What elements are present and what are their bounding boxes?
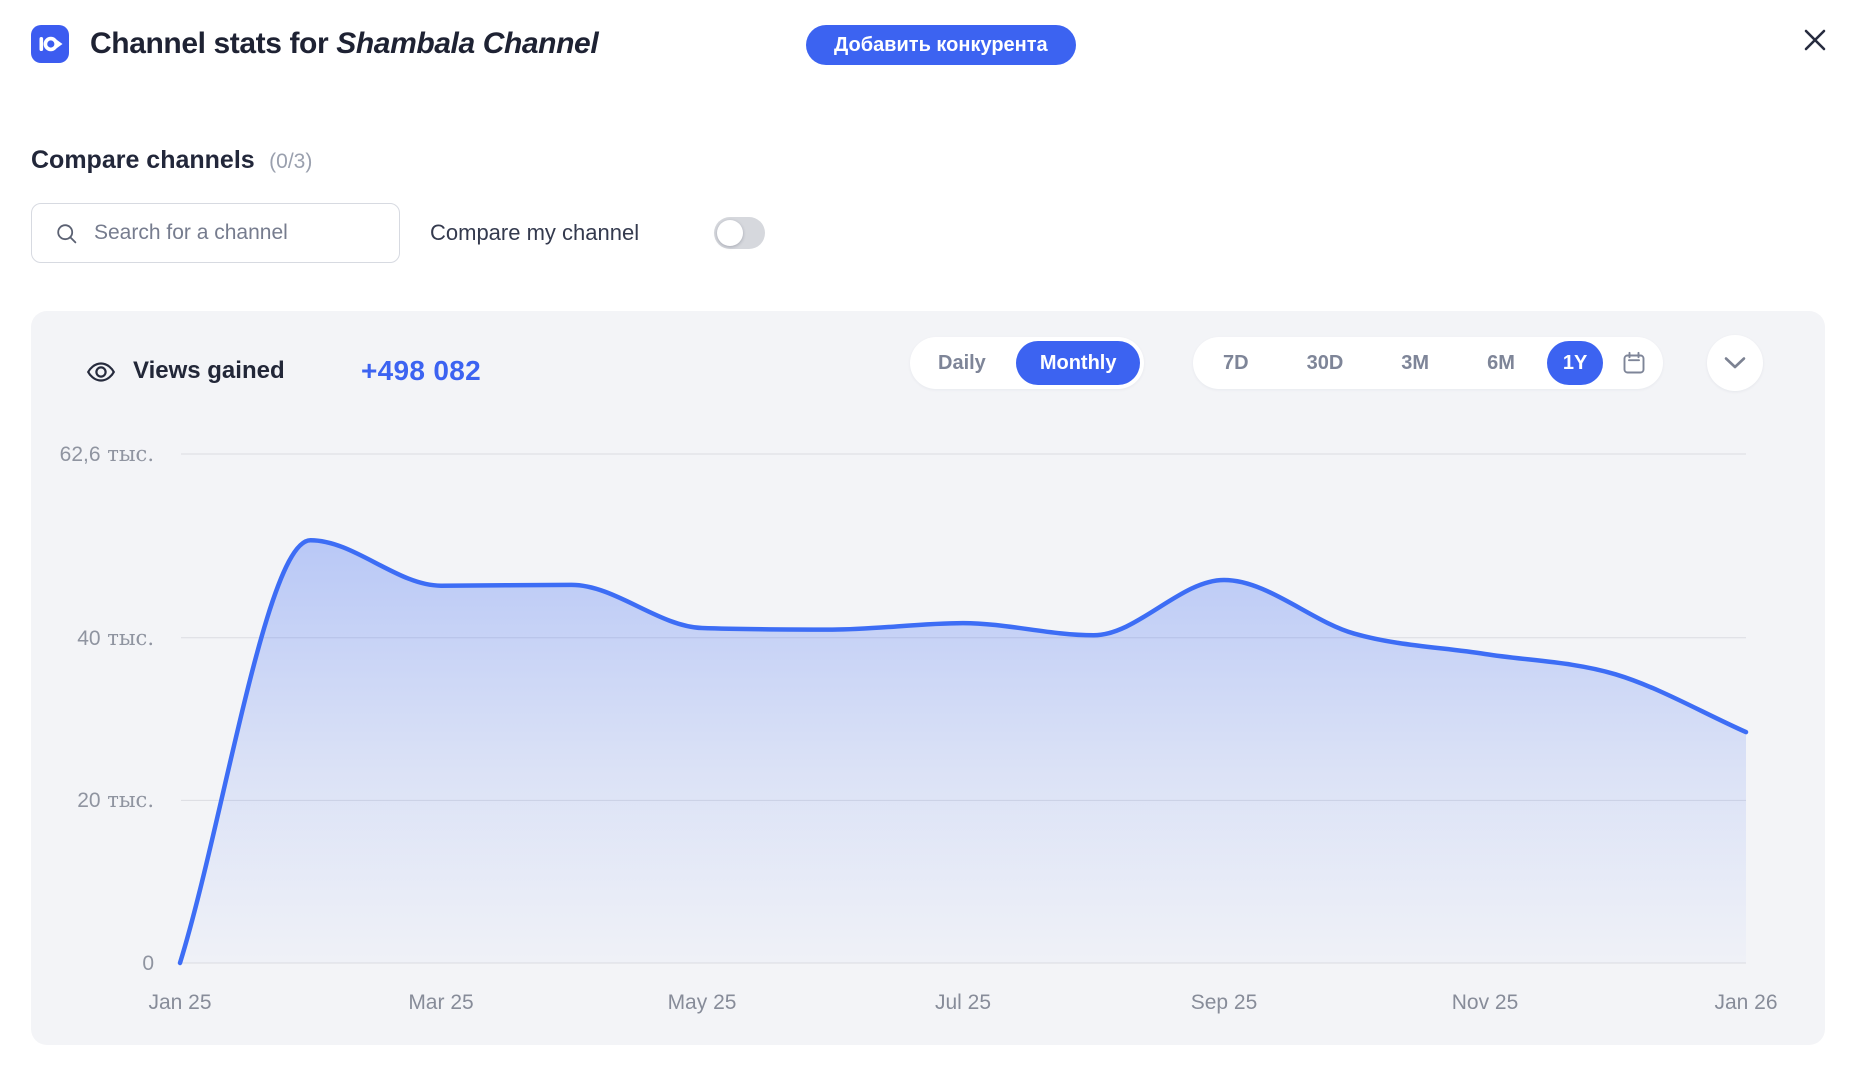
x-axis-label: Mar 25: [371, 990, 511, 1016]
channel-search-box: [31, 203, 400, 263]
x-axis-label: May 25: [632, 990, 772, 1016]
compare-channels-heading: Compare channels (0/3): [31, 144, 312, 176]
toggle-knob: [717, 220, 743, 246]
page-title-prefix: Channel stats for: [90, 27, 328, 60]
views-stats-card: Views gained +498 082 DailyMonthly 7D30D…: [31, 311, 1825, 1045]
compare-my-channel-label: Compare my channel: [430, 218, 639, 248]
search-input[interactable]: [94, 204, 389, 261]
chart-series: [180, 540, 1746, 963]
close-icon: [1799, 24, 1831, 56]
compare-channels-counter: (0/3): [269, 150, 312, 173]
x-axis-label: Jul 25: [893, 990, 1033, 1016]
area-fill: [180, 540, 1746, 963]
x-axis-label: Jan 26: [1676, 990, 1816, 1016]
x-axis-label: Jan 25: [110, 990, 250, 1016]
y-axis-label: 0: [49, 950, 154, 976]
search-icon: [56, 223, 78, 245]
compare-my-channel-toggle[interactable]: [714, 217, 765, 249]
x-axis-label: Nov 25: [1415, 990, 1555, 1016]
compare-channels-title: Compare channels: [31, 146, 255, 174]
views-gained-chart[interactable]: [31, 311, 1825, 1045]
page-title: Channel stats forShambala Channel: [90, 24, 598, 64]
y-axis-label: 40 тыс.: [49, 625, 154, 651]
close-button[interactable]: [1799, 24, 1831, 56]
y-axis-label: 20 тыс.: [49, 787, 154, 813]
add-competitor-button[interactable]: Добавить конкурента: [806, 25, 1076, 65]
vidiq-logo: [31, 25, 69, 63]
y-axis-label: 62,6 тыс.: [49, 441, 154, 467]
x-axis-label: Sep 25: [1154, 990, 1294, 1016]
channel-name: Shambala Channel: [336, 27, 598, 60]
